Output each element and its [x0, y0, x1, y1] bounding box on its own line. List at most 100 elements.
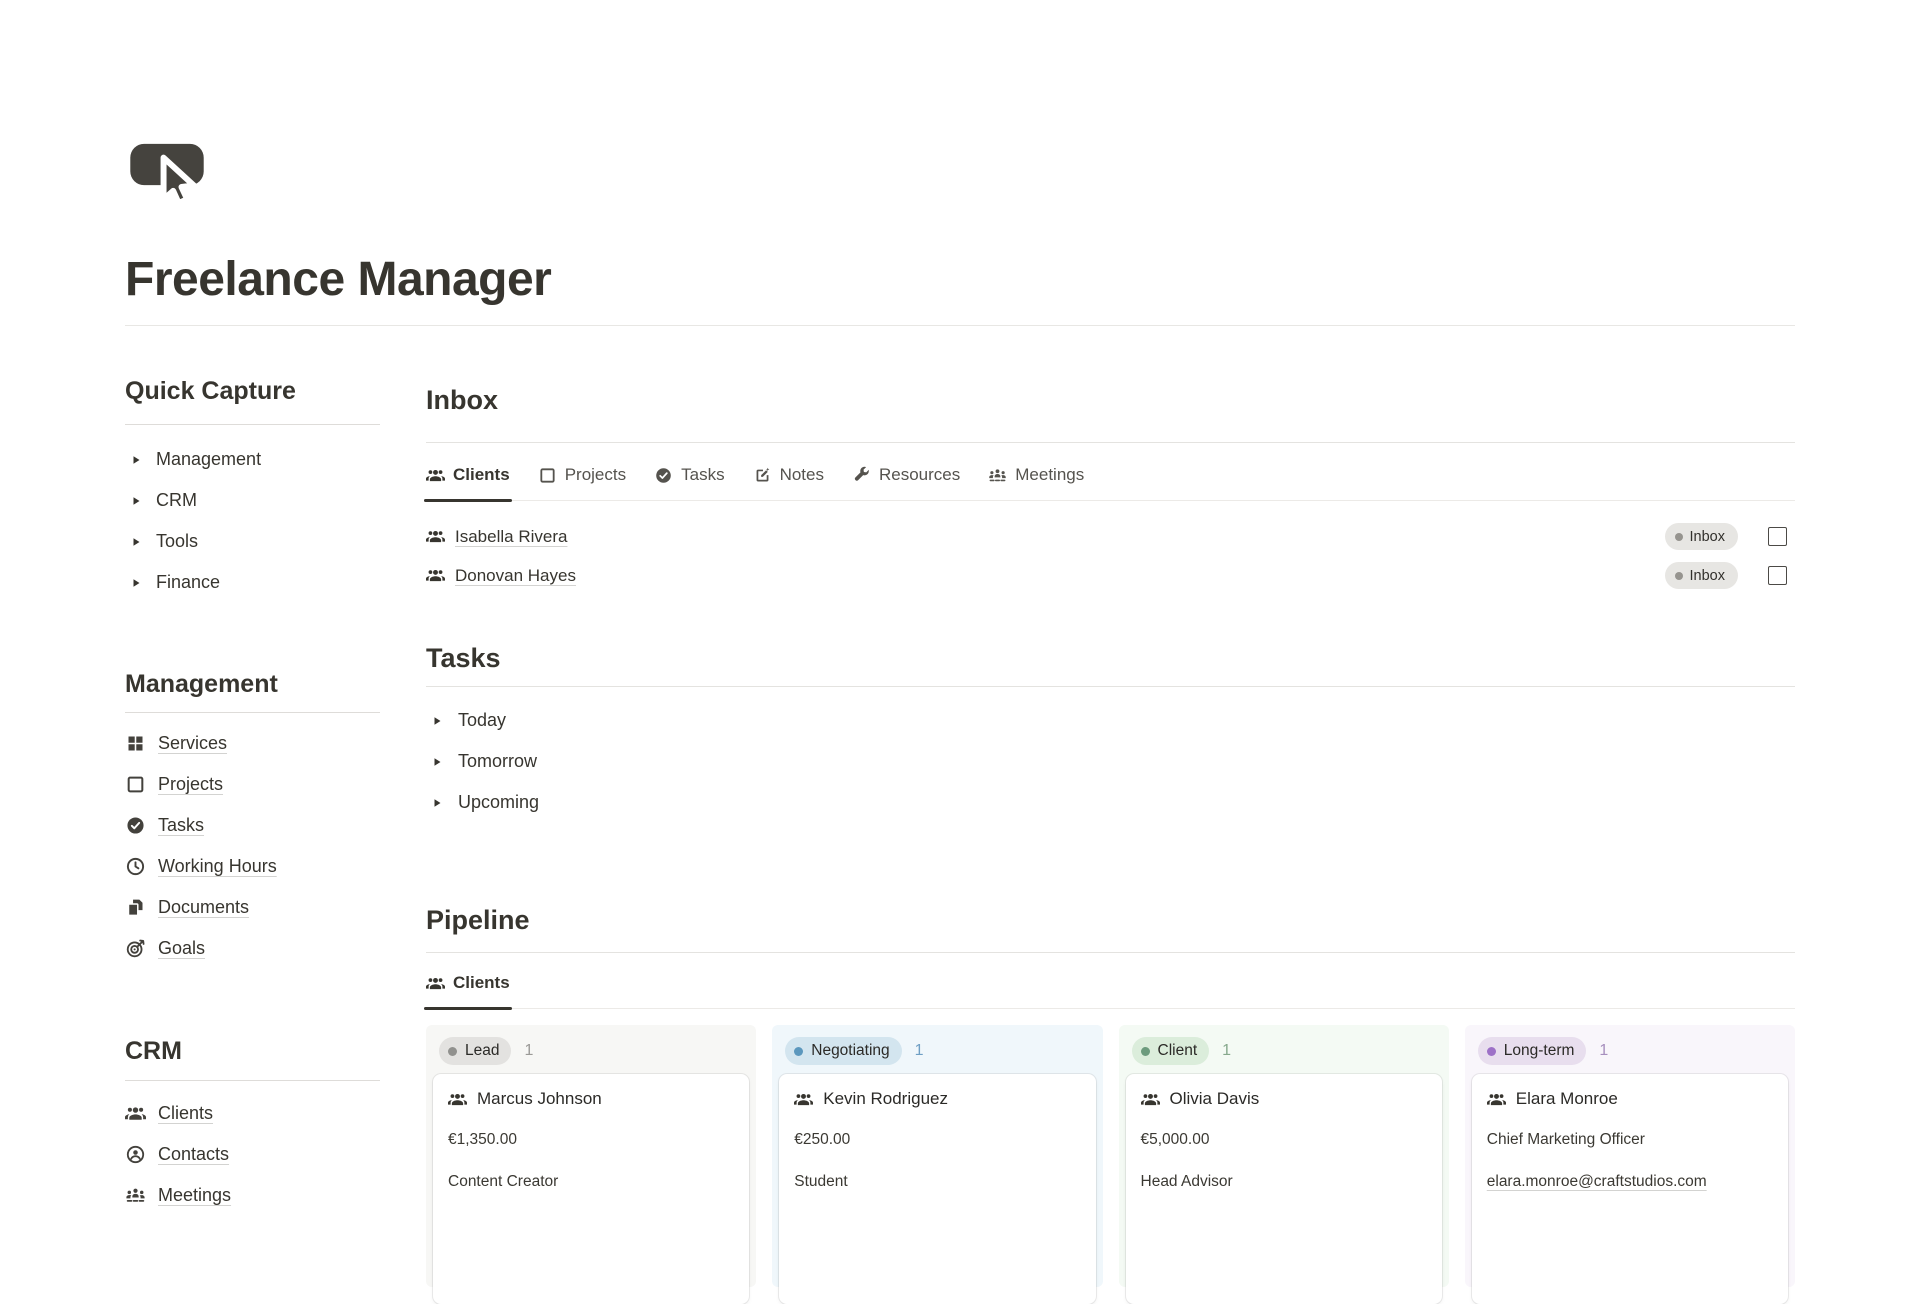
sidebar-item-working-hours[interactable]: Working Hours	[125, 846, 380, 887]
people-icon	[448, 1090, 467, 1109]
sidebar-item-clients[interactable]: Clients	[125, 1093, 380, 1134]
quick-capture-heading: Quick Capture	[125, 374, 380, 408]
status-label: Lead	[465, 1042, 499, 1060]
person-circle-icon	[125, 1144, 146, 1165]
status-dot-icon	[1141, 1047, 1150, 1056]
documents-icon	[125, 897, 146, 918]
wrench-icon	[852, 466, 871, 485]
toggle-label: CRM	[156, 490, 197, 511]
kanban-column-client: Client 1 Olivia Davis €5,000.00 Head Adv…	[1119, 1025, 1449, 1287]
triangle-toggle-icon[interactable]	[125, 454, 147, 466]
triangle-toggle-icon[interactable]	[426, 756, 448, 768]
toggle-today[interactable]: Today	[426, 700, 1795, 741]
sidebar-item-tasks[interactable]: Tasks	[125, 805, 380, 846]
badge-label: Inbox	[1690, 568, 1725, 584]
toggle-label: Management	[156, 449, 261, 470]
crm-list: Clients Contacts Meetings	[125, 1093, 380, 1216]
inbox-row: Isabella Rivera Inbox	[426, 517, 1795, 556]
tab-label: Notes	[780, 463, 824, 487]
pipeline-card[interactable]: Marcus Johnson €1,350.00 Content Creator	[433, 1074, 749, 1304]
people-icon	[426, 527, 445, 546]
sidebar-item-meetings[interactable]: Meetings	[125, 1175, 380, 1216]
square-icon	[125, 774, 146, 795]
badge-dot-icon	[1675, 533, 1683, 541]
tab-label: Clients	[453, 463, 510, 487]
toggle-tomorrow[interactable]: Tomorrow	[426, 741, 1795, 782]
triangle-toggle-icon[interactable]	[125, 577, 147, 589]
card-role: Head Advisor	[1141, 1172, 1427, 1192]
triangle-toggle-icon[interactable]	[426, 797, 448, 809]
toggle-finance[interactable]: Finance	[125, 562, 380, 603]
toggle-upcoming[interactable]: Upcoming	[426, 782, 1795, 823]
card-value: €5,000.00	[1141, 1130, 1427, 1150]
sidebar: Quick Capture Management CRM Tools Fina	[125, 326, 380, 1216]
toggle-label: Today	[458, 710, 506, 731]
column-header: Long-term 1	[1472, 1032, 1788, 1074]
tasks-heading: Tasks	[426, 640, 1795, 676]
tab-tasks[interactable]: Tasks	[654, 463, 724, 500]
management-heading: Management	[125, 667, 380, 701]
people-icon	[1141, 1090, 1160, 1109]
check-circle-icon	[654, 466, 673, 485]
kanban-column-long-term: Long-term 1 Elara Monroe Chief Marketing…	[1465, 1025, 1795, 1287]
sidebar-item-label: Meetings	[158, 1185, 231, 1206]
tab-meetings[interactable]: Meetings	[988, 463, 1084, 500]
toggle-label: Tools	[156, 531, 198, 552]
tab-notes[interactable]: Notes	[753, 463, 824, 500]
card-role: Chief Marketing Officer	[1487, 1130, 1773, 1150]
tab-projects[interactable]: Projects	[538, 463, 626, 500]
sidebar-item-goals[interactable]: Goals	[125, 928, 380, 969]
page-title: Freelance Manager	[125, 252, 1795, 308]
client-name-link[interactable]: Donovan Hayes	[455, 566, 576, 586]
tab-resources[interactable]: Resources	[852, 463, 960, 500]
management-list: Services Projects Tasks Working Hours Do…	[125, 723, 380, 969]
people-icon	[426, 974, 445, 993]
triangle-toggle-icon[interactable]	[125, 495, 147, 507]
tab-pipeline-clients[interactable]: Clients	[426, 971, 510, 1008]
triangle-toggle-icon[interactable]	[125, 536, 147, 548]
status-dot-icon	[448, 1047, 457, 1056]
inbox-heading: Inbox	[426, 382, 1795, 418]
toggle-tools[interactable]: Tools	[125, 521, 380, 562]
pipeline-heading: Pipeline	[426, 902, 1795, 938]
toggle-crm[interactable]: CRM	[125, 480, 380, 521]
column-header: Negotiating 1	[779, 1032, 1095, 1074]
pipeline-card[interactable]: Olivia Davis €5,000.00 Head Advisor	[1126, 1074, 1442, 1304]
toggle-management[interactable]: Management	[125, 439, 380, 480]
sidebar-item-documents[interactable]: Documents	[125, 887, 380, 928]
status-label: Negotiating	[811, 1042, 889, 1060]
triangle-toggle-icon[interactable]	[426, 715, 448, 727]
status-pill: Long-term	[1478, 1037, 1587, 1065]
tab-clients[interactable]: Clients	[426, 463, 510, 500]
pipeline-card[interactable]: Kevin Rodriguez €250.00 Student	[779, 1074, 1095, 1304]
card-client-name: Marcus Johnson	[477, 1088, 602, 1110]
status-label: Client	[1158, 1042, 1198, 1060]
badge-dot-icon	[1675, 572, 1683, 580]
divider	[125, 712, 380, 713]
tab-label: Tasks	[681, 463, 724, 487]
edit-icon	[753, 466, 772, 485]
sidebar-item-label: Tasks	[158, 815, 204, 836]
sidebar-item-services[interactable]: Services	[125, 723, 380, 764]
tab-label: Clients	[453, 971, 510, 995]
status-dot-icon	[794, 1047, 803, 1056]
sidebar-item-projects[interactable]: Projects	[125, 764, 380, 805]
sidebar-item-label: Goals	[158, 938, 205, 959]
row-checkbox[interactable]	[1768, 527, 1787, 546]
sidebar-item-label: Clients	[158, 1103, 213, 1124]
column-count: 1	[915, 1042, 924, 1060]
people-icon	[125, 1103, 146, 1124]
sidebar-item-label: Working Hours	[158, 856, 277, 877]
row-checkbox[interactable]	[1768, 566, 1787, 585]
card-title-row: Marcus Johnson	[448, 1088, 734, 1110]
people-icon	[426, 466, 445, 485]
pipeline-card[interactable]: Elara Monroe Chief Marketing Officer ela…	[1472, 1074, 1788, 1304]
sidebar-item-contacts[interactable]: Contacts	[125, 1134, 380, 1175]
crm-heading: CRM	[125, 1034, 380, 1068]
card-email-link[interactable]: elara.monroe@craftstudios.com	[1487, 1172, 1773, 1192]
cursor-click-icon[interactable]	[125, 137, 209, 215]
people-icon	[794, 1090, 813, 1109]
client-name-link[interactable]: Isabella Rivera	[455, 527, 567, 547]
main-content: Inbox Clients Projects Tasks Notes	[426, 326, 1795, 1287]
card-title-row: Olivia Davis	[1141, 1088, 1427, 1110]
